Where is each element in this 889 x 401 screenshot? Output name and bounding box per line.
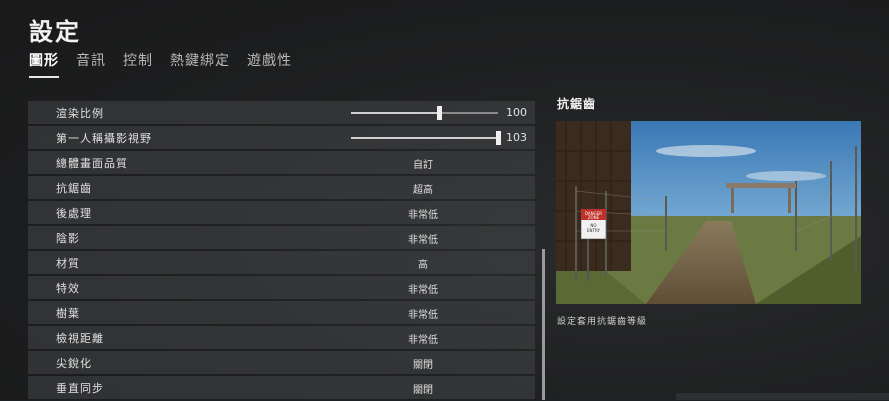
settings-list: 渲染比例 100 第一人稱攝影視野 103 總體畫面品質 自訂 抗鋸齒 超高 後… [28,101,535,401]
setting-value: 非常低 [408,285,438,296]
render-scale-value: 100 [506,106,527,119]
setting-label: 第一人稱攝影視野 [56,132,152,145]
setting-row-vsync[interactable]: 垂直同步 關閉 [28,376,535,399]
setting-label: 後處理 [56,207,92,220]
settings-tabs: 圖形 音訊 控制 熱鍵綁定 遊戲性 [29,50,309,78]
slider-fill [351,137,498,139]
tab-keybindings[interactable]: 熱鍵綁定 [170,50,230,78]
slider-thumb[interactable] [437,106,443,120]
setting-label: 陰影 [56,232,80,245]
setting-row-shadows[interactable]: 陰影 非常低 [28,226,535,249]
setting-label: 特效 [56,282,80,295]
setting-row-render-scale[interactable]: 渲染比例 100 [28,101,535,124]
preview-image: DANGER ZONE NO ENTRY [556,121,861,304]
page-title: 設定 [29,18,81,46]
fov-value: 103 [506,131,527,144]
sign-text-4: ENTRY [587,228,600,233]
render-scale-slider[interactable] [351,106,498,120]
setting-row-overall-quality[interactable]: 總體畫面品質 自訂 [28,151,535,174]
preview-title: 抗鋸齒 [557,97,597,111]
setting-value: 自訂 [413,160,433,171]
setting-row-view-distance[interactable]: 檢視距離 非常低 [28,326,535,349]
setting-label: 材質 [56,257,80,270]
tab-audio[interactable]: 音訊 [76,50,106,78]
setting-row-sharpen[interactable]: 尖銳化 關閉 [28,351,535,374]
setting-label: 尖銳化 [56,357,92,370]
setting-label: 檢視距離 [56,332,104,345]
sign-text-2: ZONE [588,215,600,220]
setting-row-post-processing[interactable]: 後處理 非常低 [28,201,535,224]
setting-row-fov[interactable]: 第一人稱攝影視野 103 [28,126,535,149]
setting-label: 總體畫面品質 [56,157,128,170]
setting-row-anti-aliasing[interactable]: 抗鋸齒 超高 [28,176,535,199]
tab-controls[interactable]: 控制 [123,50,153,78]
setting-label: 垂直同步 [56,382,104,395]
setting-label: 抗鋸齒 [56,182,92,195]
footer-panel [676,393,889,400]
setting-value: 非常低 [408,235,438,246]
tab-graphics[interactable]: 圖形 [29,50,59,78]
setting-value: 關閉 [413,385,433,396]
setting-label: 渲染比例 [56,107,104,120]
setting-value: 非常低 [408,210,438,221]
setting-value: 超高 [413,185,433,196]
slider-thumb[interactable] [496,131,501,145]
setting-row-foliage[interactable]: 樹葉 非常低 [28,301,535,324]
settings-scrollbar[interactable] [542,249,545,400]
fov-slider[interactable] [351,131,501,145]
tab-gameplay[interactable]: 遊戲性 [247,50,292,78]
setting-row-effects[interactable]: 特效 非常低 [28,276,535,299]
setting-label: 樹葉 [56,307,80,320]
setting-value: 非常低 [408,310,438,321]
preview-description: 設定套用抗鋸齒等級 [557,317,648,327]
setting-row-textures[interactable]: 材質 高 [28,251,535,274]
setting-value: 非常低 [408,335,438,346]
slider-fill [351,112,440,114]
setting-value: 高 [418,260,428,271]
setting-value: 關閉 [413,360,433,371]
